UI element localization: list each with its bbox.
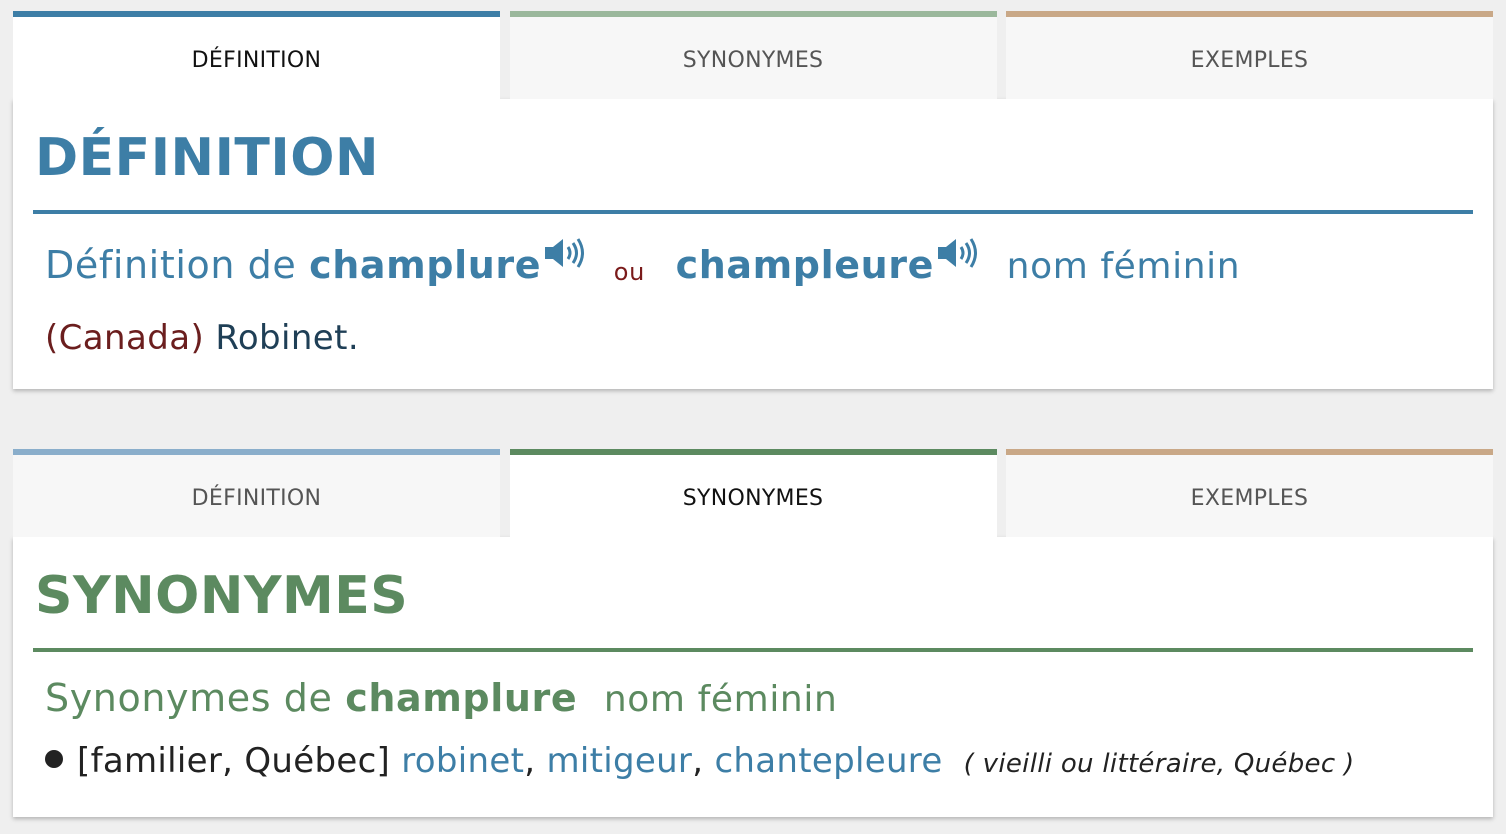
definition-body: Robinet. [215,318,360,359]
tab-examples[interactable]: EXEMPLES [1006,11,1493,99]
headword-champleure: champleure [675,242,934,287]
tab-examples-label: EXEMPLES [1190,47,1309,73]
tab-synonyms[interactable]: SYNONYMES [509,11,997,99]
synonym-list-item: [familier, Québec] robinet, mitigeur, ch… [33,723,1473,797]
or-connector: ou [613,257,645,286]
tab-synonyms-label: SYNONYMES [682,485,824,511]
synonyms-card: SYNONYMES Synonymes de champlure nom fém… [13,537,1493,817]
tab-bar: DÉFINITION SYNONYMES EXEMPLES [13,449,1493,537]
definition-title: Définition de champlure ou champleure no… [33,214,1473,291]
speaker-icon[interactable] [936,236,980,270]
synonyms-prefix: Synonymes de [45,675,333,720]
definition-heading: DÉFINITION [35,128,379,188]
synonyms-heading: SYNONYMES [35,566,409,626]
synonym-link-mitigeur[interactable]: mitigeur [546,741,692,781]
register-label: [familier, Québec] [77,741,391,782]
tab-synonyms-label: SYNONYMES [682,47,824,73]
synonym-link-chantepleure[interactable]: chantepleure [714,741,942,781]
definition-block: DÉFINITION SYNONYMES EXEMPLES DÉFINITION… [13,11,1493,389]
separator: , [524,741,536,782]
region-label: (Canada) [45,318,205,359]
tab-examples[interactable]: EXEMPLES [1006,449,1493,537]
synonyms-block: DÉFINITION SYNONYMES EXEMPLES SYNONYMES … [13,449,1493,817]
tab-definition-label: DÉFINITION [191,47,322,73]
bullet-icon [45,750,63,769]
tab-bar: DÉFINITION SYNONYMES EXEMPLES [13,11,1493,99]
tab-synonyms[interactable]: SYNONYMES [509,449,997,537]
usage-note: ( vieilli ou littéraire, Québec ) [963,749,1355,780]
speaker-icon[interactable] [543,236,587,270]
separator: , [692,741,704,782]
tab-definition[interactable]: DÉFINITION [13,11,500,99]
tab-definition[interactable]: DÉFINITION [13,449,500,537]
headword-champlure: champlure [345,675,578,720]
tab-definition-label: DÉFINITION [191,485,322,511]
synonyms-title: Synonymes de champlure nom féminin [33,652,1473,724]
definition-card: DÉFINITION Définition de champlure ou ch… [13,99,1493,389]
part-of-speech: nom féminin [1006,245,1241,287]
definition-prefix: Définition de [45,242,297,287]
tab-examples-label: EXEMPLES [1190,485,1309,511]
synonym-link-robinet[interactable]: robinet [401,741,524,781]
definition-text: (Canada) Robinet. [33,290,1473,372]
part-of-speech: nom féminin [603,678,838,720]
headword-champlure: champlure [309,242,542,287]
